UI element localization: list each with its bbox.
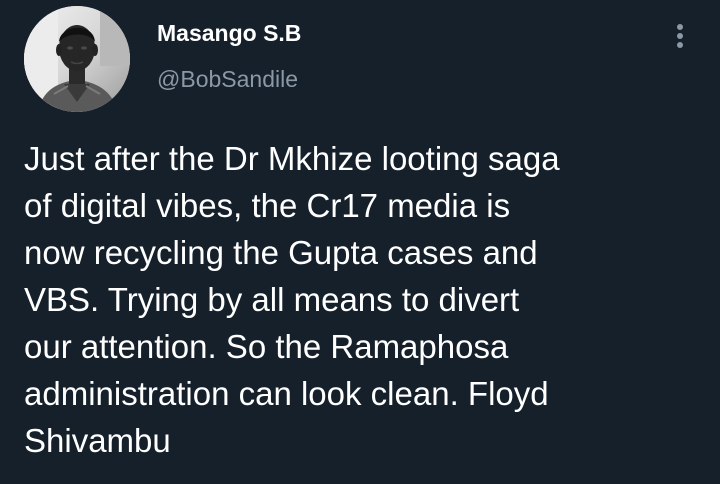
- tweet-text: Just after the Dr Mkhize looting saga of…: [24, 135, 704, 464]
- more-vertical-icon: [677, 24, 683, 48]
- author-handle[interactable]: @BobSandile: [157, 66, 298, 93]
- tweet-text-line: our attention. So the Ramaphosa: [24, 328, 509, 365]
- tweet-text-line: administration can look clean. Floyd: [24, 375, 549, 412]
- tweet-card: Masango S.B @BobSandile Just after the D…: [0, 0, 720, 484]
- tweet-text-line: of digital vibes, the Cr17 media is: [24, 187, 511, 224]
- tweet-text-line: Shivambu: [24, 422, 171, 459]
- tweet-text-line: now recycling the Gupta cases and: [24, 234, 538, 271]
- author-display-name[interactable]: Masango S.B: [157, 20, 301, 47]
- more-options-button[interactable]: [664, 20, 696, 52]
- tweet-text-line: Just after the Dr Mkhize looting saga: [24, 140, 560, 177]
- tweet-text-line: VBS. Trying by all means to divert: [24, 281, 520, 318]
- profile-photo-icon: [24, 6, 130, 112]
- avatar[interactable]: [24, 6, 130, 112]
